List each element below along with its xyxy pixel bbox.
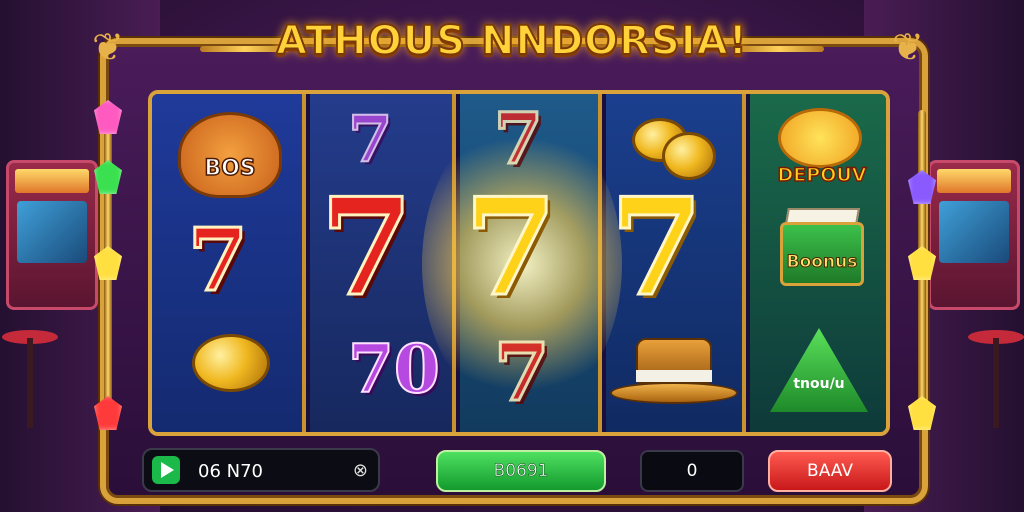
game-title: ATHOUS NNDORSIA! <box>275 17 748 65</box>
seven-symbol: 7 <box>347 102 394 177</box>
arcade-marquee <box>15 169 89 193</box>
bet-field[interactable]: 0 <box>640 450 744 492</box>
balance-panel[interactable]: 06 N70 ⊗ <box>142 448 380 492</box>
arcade-screen <box>939 201 1009 263</box>
bos-label: BOS <box>204 155 257 182</box>
seven-symbol: 7 <box>462 168 558 326</box>
bar-stool-leg <box>27 338 33 428</box>
scroll-ornament-icon: ❦ <box>92 25 124 69</box>
spin-button[interactable]: B0691 <box>436 450 606 492</box>
balance-text: 06 N70 <box>198 461 263 482</box>
max-bet-button[interactable]: BAAV <box>768 450 892 492</box>
bar-stool-leg <box>993 338 999 428</box>
arcade-machine-right <box>928 160 1020 310</box>
scroll-ornament-icon: ❦ <box>892 25 924 69</box>
arcade-marquee <box>937 169 1011 193</box>
seven-symbol: 7 <box>608 168 704 326</box>
seven-zero-symbol: 70 <box>347 330 441 408</box>
seven-symbol: 7 <box>187 210 250 311</box>
seven-symbol: 7 <box>493 325 552 419</box>
info-icon[interactable]: ⊗ <box>353 460 368 481</box>
reel-window: BOS 7 7 7 70 7 7 7 7 DEPOUV Boonus tnou/… <box>148 90 890 436</box>
cat-badge-icon <box>178 112 282 198</box>
hat-brim <box>610 382 738 404</box>
deposit-emblem-icon <box>778 108 862 168</box>
hat-band <box>636 370 712 382</box>
bonus-label: Boonus <box>786 252 858 273</box>
arcade-machine-left <box>6 160 98 310</box>
seven-symbol: 7 <box>493 97 545 180</box>
arcade-screen <box>17 201 87 263</box>
play-icon[interactable] <box>152 456 180 484</box>
deposit-label: DEPOUV <box>777 163 867 187</box>
seven-symbol: 7 <box>318 168 414 326</box>
pyramid-label: tnou/u <box>793 376 845 392</box>
coin-icon <box>192 334 270 392</box>
